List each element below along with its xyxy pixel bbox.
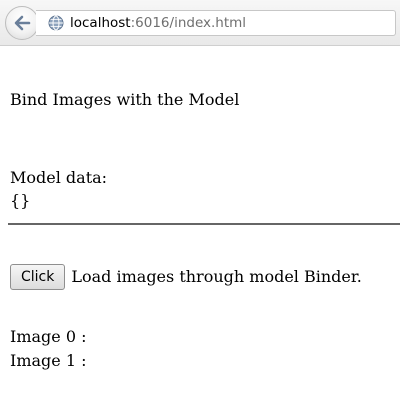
browser-toolbar: localhost:6016/index.html	[0, 0, 400, 46]
horizontal-rule	[8, 223, 400, 225]
url-host: localhost	[70, 15, 131, 31]
globe-icon	[48, 15, 64, 31]
model-data-value: {}	[10, 191, 31, 210]
back-arrow-icon	[14, 15, 31, 31]
page-heading: Bind Images with the Model	[10, 90, 240, 109]
action-row: Click Load images through model Binder.	[10, 264, 362, 290]
image-1-label: Image 1 :	[10, 351, 87, 370]
back-button[interactable]	[5, 6, 39, 40]
click-button[interactable]: Click	[10, 264, 66, 290]
image-0-label: Image 0 :	[10, 327, 87, 346]
button-caption: Load images through model Binder.	[71, 267, 362, 286]
url-path: :6016/index.html	[130, 15, 247, 31]
address-bar[interactable]: localhost:6016/index.html	[36, 10, 396, 36]
model-data-label: Model data:	[10, 168, 108, 187]
